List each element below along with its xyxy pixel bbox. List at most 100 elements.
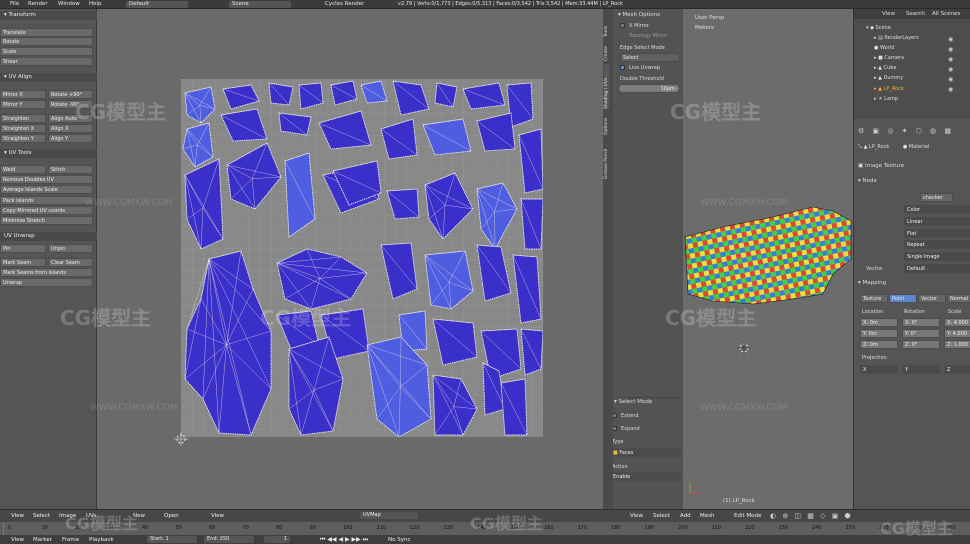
mark-seam-button[interactable]: Mark Seam xyxy=(0,258,46,267)
mark-seams-islands-button[interactable]: Mark Seams from Islands xyxy=(0,268,93,277)
outliner-item-camera[interactable]: ▸ ■ Camera xyxy=(874,55,904,61)
remove-doubles-button[interactable]: Remove Doubles UV xyxy=(0,175,93,184)
uv-menu-view[interactable]: View xyxy=(11,513,24,519)
start-frame-field[interactable]: Start: 1 xyxy=(147,536,197,543)
uv-island[interactable] xyxy=(366,336,432,437)
mirror-x-button[interactable]: Mirror X xyxy=(0,90,46,99)
projection-dropdown[interactable]: Flat xyxy=(904,229,970,238)
stitch-button[interactable]: Stitch xyxy=(48,165,93,174)
uv-island[interactable] xyxy=(422,118,472,156)
menu-file[interactable]: File xyxy=(10,1,19,7)
timeline-menu-playback[interactable]: Playback xyxy=(89,537,114,543)
interpolation-dropdown[interactable]: Linear xyxy=(904,217,970,226)
tab-grease-pencil[interactable]: Grease Pencil xyxy=(604,139,609,179)
uv-islands-layer[interactable] xyxy=(181,79,543,437)
action-dropdown[interactable]: Enable xyxy=(610,472,681,481)
mapping-header[interactable]: ▾ Mapping xyxy=(858,280,886,286)
layout-selector[interactable]: Default xyxy=(126,1,188,8)
uv-island[interactable] xyxy=(424,172,474,240)
outliner-item-world[interactable]: ● World xyxy=(874,45,894,51)
scale-button[interactable]: Scale xyxy=(0,47,93,56)
menu-render[interactable]: Render xyxy=(28,1,48,7)
mode-selector[interactable]: Edit Mode xyxy=(734,513,761,519)
scale-z-field[interactable]: Z: 1.000 xyxy=(944,340,970,349)
tab-shading-uvs[interactable]: Shading / UVs xyxy=(604,64,609,109)
mesh-options-header[interactable]: ▾ Mesh Options xyxy=(618,12,660,18)
weld-button[interactable]: Weld xyxy=(0,165,46,174)
live-unwrap-checkbox[interactable] xyxy=(620,65,625,70)
outliner-item-dummy[interactable]: ▸ ▲ Dummy xyxy=(874,75,903,81)
rock-mesh-checker[interactable] xyxy=(683,199,853,319)
shear-button[interactable]: Shear xyxy=(0,57,93,66)
tab-options[interactable]: Options xyxy=(604,113,609,135)
uv-island[interactable] xyxy=(462,82,506,110)
average-islands-button[interactable]: Average Islands Scale xyxy=(0,185,93,194)
uv-island[interactable] xyxy=(520,198,543,250)
translate-button[interactable]: Translate xyxy=(0,28,93,37)
timeline-menu-view[interactable]: View xyxy=(11,537,24,543)
tab-point[interactable]: Point xyxy=(889,294,917,303)
location-y-field[interactable]: Y: 0m xyxy=(860,329,898,338)
projection-z-dropdown[interactable]: Z xyxy=(944,365,970,374)
end-frame-field[interactable]: End: 250 xyxy=(204,536,254,543)
uv-unwrap-header[interactable]: UV Unwrap xyxy=(0,232,97,241)
double-threshold-field[interactable]: 10μm xyxy=(618,84,680,93)
sync-dropdown[interactable]: No Sync xyxy=(388,537,410,543)
3d-cursor-icon[interactable] xyxy=(737,341,751,355)
current-frame-field[interactable]: 1 xyxy=(264,536,290,543)
uv-island[interactable] xyxy=(500,378,528,436)
uv-island[interactable] xyxy=(434,82,458,108)
uv-island[interactable] xyxy=(318,110,372,150)
uv-island[interactable] xyxy=(424,250,474,310)
pin-button[interactable]: Pin xyxy=(0,244,46,253)
uv-island[interactable] xyxy=(392,80,430,116)
current-frame-marker[interactable] xyxy=(3,522,4,535)
straighten-button[interactable]: Straighten xyxy=(0,114,46,123)
projection-x-dropdown[interactable]: X xyxy=(860,365,898,374)
uv-island[interactable] xyxy=(432,318,478,366)
timeline-menu-marker[interactable]: Marker xyxy=(33,537,52,543)
transform-header[interactable]: ▾ Transform xyxy=(0,11,97,20)
header-tool-icons[interactable]: ◐ ⊕ ◫ ▦ ◇ ▣ ⬢ xyxy=(770,512,853,520)
uv-tools-header[interactable]: ▾ UV Tools xyxy=(0,149,97,158)
viewport-menu-select[interactable]: Select xyxy=(653,513,670,519)
outliner-search-menu[interactable]: Search xyxy=(906,11,925,17)
x-mirror-checkbox[interactable] xyxy=(620,23,625,28)
mirror-y-button[interactable]: Mirror Y xyxy=(0,100,46,109)
uv-island[interactable] xyxy=(284,152,316,238)
uv-island[interactable] xyxy=(476,244,512,302)
viewport-menu-add[interactable]: Add xyxy=(680,513,691,519)
tab-create[interactable]: Create xyxy=(604,39,609,61)
projection-y-dropdown[interactable]: Y xyxy=(902,365,940,374)
viewport-menu-mesh[interactable]: Mesh xyxy=(700,513,714,519)
checker-image-field[interactable]: checker xyxy=(920,193,953,202)
viewport-menu-view[interactable]: View xyxy=(630,513,643,519)
align-y-button[interactable]: Align Y xyxy=(48,134,93,143)
straighten-x-button[interactable]: Straighten X xyxy=(0,124,46,133)
outliner-item-renderlayers[interactable]: ▸ ▤ RenderLayers xyxy=(874,35,919,41)
select-mode-header[interactable]: ▾ Select Mode xyxy=(614,399,652,405)
clear-seam-button[interactable]: Clear Seam xyxy=(48,258,93,267)
align-x-button[interactable]: Align X xyxy=(48,124,93,133)
pack-islands-button[interactable]: Pack Islands xyxy=(0,196,93,205)
open-image-button[interactable]: Open xyxy=(164,513,179,519)
copy-mirrored-button[interactable]: Copy Mirrored UV coords xyxy=(0,206,93,215)
uv-island[interactable] xyxy=(512,254,542,324)
source-dropdown[interactable]: Single Image xyxy=(904,252,970,261)
scene-selector[interactable]: Scene xyxy=(229,1,291,8)
minimize-stretch-button[interactable]: Minimize Stretch xyxy=(0,216,93,225)
edge-select-dropdown[interactable]: Select xyxy=(620,53,680,62)
tab-normal[interactable]: Normal xyxy=(947,294,970,303)
uv-island[interactable] xyxy=(276,248,368,310)
outliner-view-menu[interactable]: View xyxy=(882,11,895,17)
uv-align-header[interactable]: ▾ UV Align xyxy=(0,73,97,82)
playback-controls[interactable]: ⏮ ◀◀ ◀ ▶ ▶▶ ⏭ xyxy=(320,536,368,544)
uv-menu-select[interactable]: Select xyxy=(33,513,50,519)
rotation-x-field[interactable]: X: 0° xyxy=(902,318,940,327)
node-header[interactable]: ▾ Node xyxy=(858,178,877,184)
uv-island[interactable] xyxy=(222,84,260,110)
scale-y-field[interactable]: Y: 4.000 xyxy=(944,329,970,338)
straighten-y-button[interactable]: Straighten Y xyxy=(0,134,46,143)
render-engine-selector[interactable]: Cycles Render xyxy=(325,1,364,7)
location-z-field[interactable]: Z: 0m xyxy=(860,340,898,349)
